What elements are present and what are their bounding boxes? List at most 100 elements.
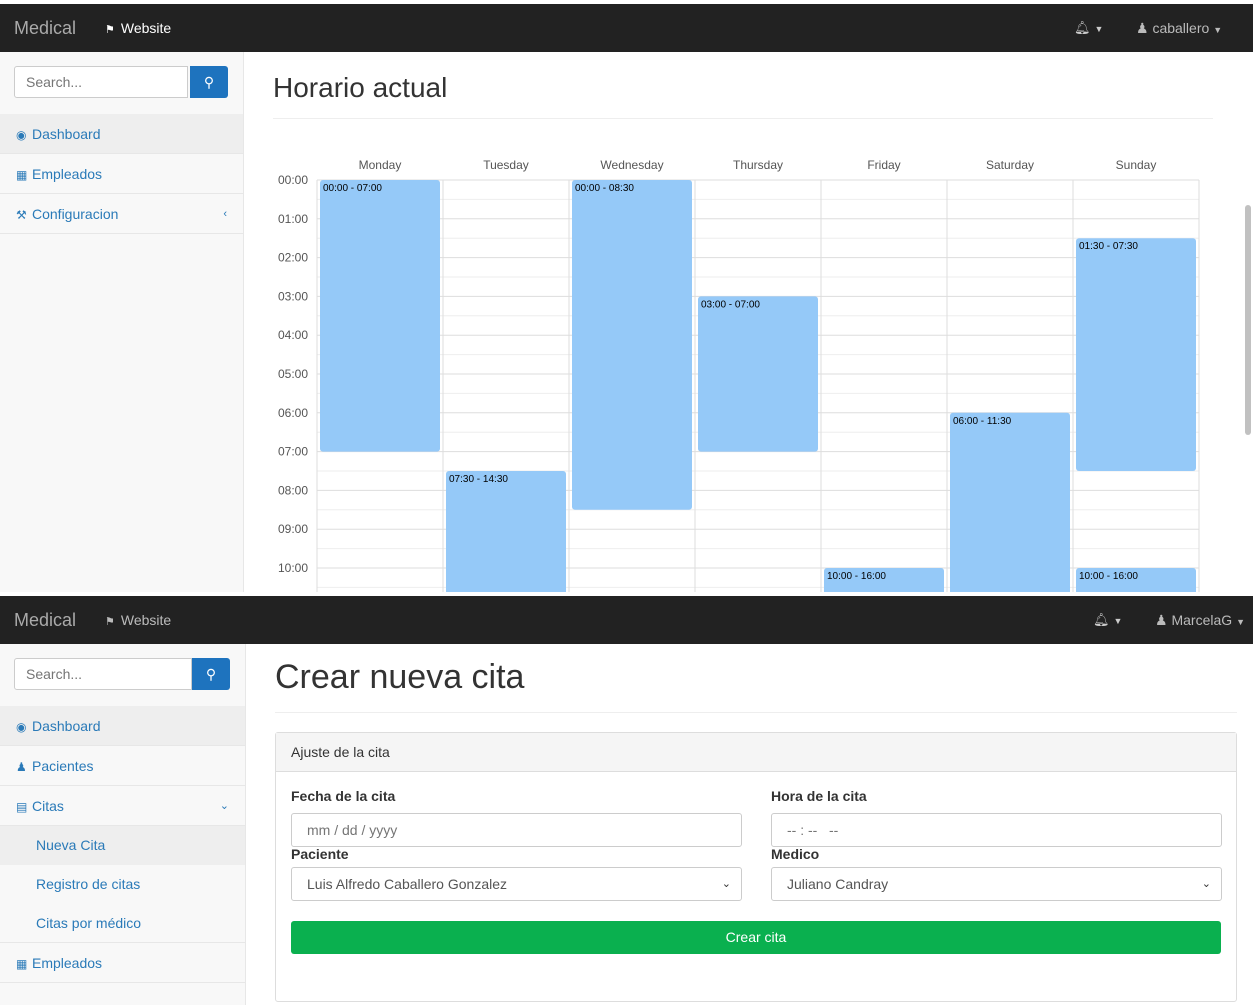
search-icon: ⚲ [205, 666, 217, 682]
chevron-left-icon: ‹ [223, 208, 227, 220]
schedule-event-label: 06:00 - 11:30 [953, 416, 1012, 427]
sidebar-item-label: Configuracion [32, 206, 119, 222]
bell-icon: 🔔︎ [1093, 612, 1110, 627]
hour-label: 08:00 [278, 483, 308, 497]
search-button[interactable]: ⚲ [192, 658, 230, 690]
hour-label: 10:00 [278, 561, 308, 575]
schedule-event [572, 180, 692, 510]
day-header: Thursday [733, 158, 783, 172]
new-appointment-screen: Medical ⚑Website 🔔︎▼ ♟ MarcelaG▼ ⚲ ◉Dash… [0, 596, 1253, 1005]
weekly-schedule: Monday Tuesday Wednesday Thursday Friday Satu… [273, 152, 1213, 592]
sidebar-menu: ◉ Dashboard ♟ Pacientes ▤ Citas ⌄ Nueva Cita… [0, 706, 245, 983]
chevron-down-icon: ⌄ [219, 800, 229, 812]
sidebar-menu: ◉ Dashboard ▦ Empleados ⚒ Configuracion ‹ [0, 114, 243, 234]
page-title: Horario actual [273, 72, 448, 103]
sidebar-subitem-citas-por-medico[interactable]: Citas por médico [0, 904, 245, 943]
patient-select-value: Luis Alfredo Caballero Gonzalez [307, 876, 508, 892]
caret-down-icon: ▼ [1236, 617, 1246, 627]
sidebar-item-label: Citas [32, 798, 64, 814]
dashboard-icon: ◉ [16, 128, 27, 142]
bell-icon: 🔔︎ [1074, 20, 1091, 35]
time-label: Hora de la cita [771, 788, 867, 804]
schedule-event [698, 296, 818, 452]
sidebar-item-empleados[interactable]: ▦ Empleados [0, 943, 245, 983]
schedule-event [950, 412, 1070, 592]
patient-label: Paciente [291, 846, 349, 862]
user-icon: ♟ [1155, 612, 1172, 628]
create-appointment-button[interactable]: Crear cita [291, 921, 1221, 954]
date-input[interactable] [291, 813, 742, 847]
table-icon: ▦ [16, 168, 28, 182]
patient-select[interactable]: Luis Alfredo Caballero Gonzalez ⌄ [291, 867, 742, 901]
sidebar-item-pacientes[interactable]: ♟ Pacientes [0, 746, 245, 786]
schedule-event-label: 00:00 - 07:00 [323, 183, 382, 194]
sidebar-item-dashboard[interactable]: ◉ Dashboard [0, 114, 243, 154]
hour-label: 03:00 [278, 289, 308, 303]
caret-down-icon: ▼ [1094, 24, 1104, 34]
sidebar-item-label: Dashboard [32, 718, 101, 734]
caret-down-icon: ▼ [1213, 25, 1223, 35]
top-navbar: Medical ⚑ Website 🔔︎ ▼ ♟ caballero ▼ [0, 4, 1253, 52]
top-navbar: Medical ⚑ Website 🔔︎ ▼ ♟ MarcelaG ▼ [0, 596, 1253, 644]
website-link[interactable]: ⚑ Website [105, 596, 171, 646]
day-header: Wednesday [600, 158, 663, 172]
dashboard-icon: ◉ [16, 720, 27, 734]
sidebar-item-label: Dashboard [32, 126, 101, 142]
user-dropdown[interactable]: ♟ MarcelaG ▼ [1155, 596, 1245, 646]
doctor-label: Medico [771, 846, 820, 862]
brand-logo[interactable]: Medical [14, 4, 76, 52]
calendar-icon: ▤ [16, 800, 28, 814]
day-header: Saturday [986, 158, 1034, 172]
wrench-icon: ⚒ [16, 208, 27, 222]
page-scrollbar[interactable] [1245, 205, 1251, 435]
search-input[interactable] [14, 658, 192, 690]
hour-label: 05:00 [278, 367, 308, 381]
user-dropdown[interactable]: ♟ caballero ▼ [1136, 4, 1222, 54]
website-link-label: Website [120, 612, 172, 628]
users-icon: ♟ [16, 760, 27, 774]
date-label: Fecha de la cita [291, 788, 396, 804]
home-icon: ⚑ [105, 616, 115, 628]
day-header: Tuesday [483, 158, 529, 172]
sidebar-subitem-nueva-cita[interactable]: Nueva Cita [0, 826, 245, 865]
schedule-event-label: 10:00 - 16:00 [1079, 571, 1138, 582]
day-header: Friday [867, 158, 900, 172]
schedule-event-label: 07:30 - 14:30 [449, 474, 508, 485]
sidebar-item-citas[interactable]: ▤ Citas ⌄ [0, 786, 245, 826]
title-divider [273, 118, 1213, 119]
schedule-event-label: 10:00 - 16:00 [827, 571, 886, 582]
search-button[interactable]: ⚲ [190, 66, 228, 98]
schedule-event-label: 00:00 - 08:30 [575, 183, 634, 194]
doctor-select[interactable]: Juliano Candray ⌄ [771, 867, 1222, 901]
time-input[interactable] [771, 813, 1222, 847]
notifications-dropdown[interactable]: 🔔︎ ▼ [1074, 4, 1103, 53]
brand-logo[interactable]: Medical [14, 596, 76, 644]
website-link[interactable]: ⚑ Website [105, 4, 171, 54]
sidebar: ⚲ ◉ Dashboard ♟ Pacientes ▤ Citas ⌄ Nueva Ci… [0, 644, 246, 1005]
card-title: Ajuste de la cita [276, 733, 1236, 772]
sidebar-item-empleados[interactable]: ▦ Empleados [0, 154, 243, 194]
search-input[interactable] [14, 66, 188, 98]
sidebar: ⚲ ◉ Dashboard ▦ Empleados ⚒ Configuracion ‹ [0, 52, 244, 592]
sidebar-item-dashboard[interactable]: ◉ Dashboard [0, 706, 245, 746]
title-divider [275, 712, 1237, 713]
user-name: MarcelaG [1171, 612, 1233, 628]
schedule-event-label: 01:30 - 07:30 [1079, 241, 1138, 252]
sidebar-item-label: Pacientes [32, 758, 94, 774]
sidebar-subitem-registro-de-citas[interactable]: Registro de citas [0, 865, 245, 904]
hour-label: 01:00 [278, 212, 308, 226]
day-header: Sunday [1116, 158, 1157, 172]
notifications-dropdown[interactable]: 🔔︎ ▼ [1093, 596, 1122, 645]
caret-down-icon: ▼ [1113, 616, 1123, 626]
schedule-screen: Medical ⚑Website 🔔︎▼ ♟ caballero▼ ⚲ ◉Das… [0, 0, 1253, 592]
hour-label: 04:00 [278, 328, 308, 342]
sidebar-item-configuracion[interactable]: ⚒ Configuracion ‹ [0, 194, 243, 234]
schedule-event [320, 180, 440, 452]
schedule-event [446, 471, 566, 592]
schedule-event-label: 03:00 - 07:00 [701, 299, 760, 310]
sidebar-item-label: Empleados [32, 955, 103, 971]
home-icon: ⚑ [105, 24, 115, 36]
chevron-down-icon: ⌄ [1201, 878, 1211, 890]
search-icon: ⚲ [203, 74, 215, 90]
chevron-down-icon: ⌄ [721, 878, 731, 890]
